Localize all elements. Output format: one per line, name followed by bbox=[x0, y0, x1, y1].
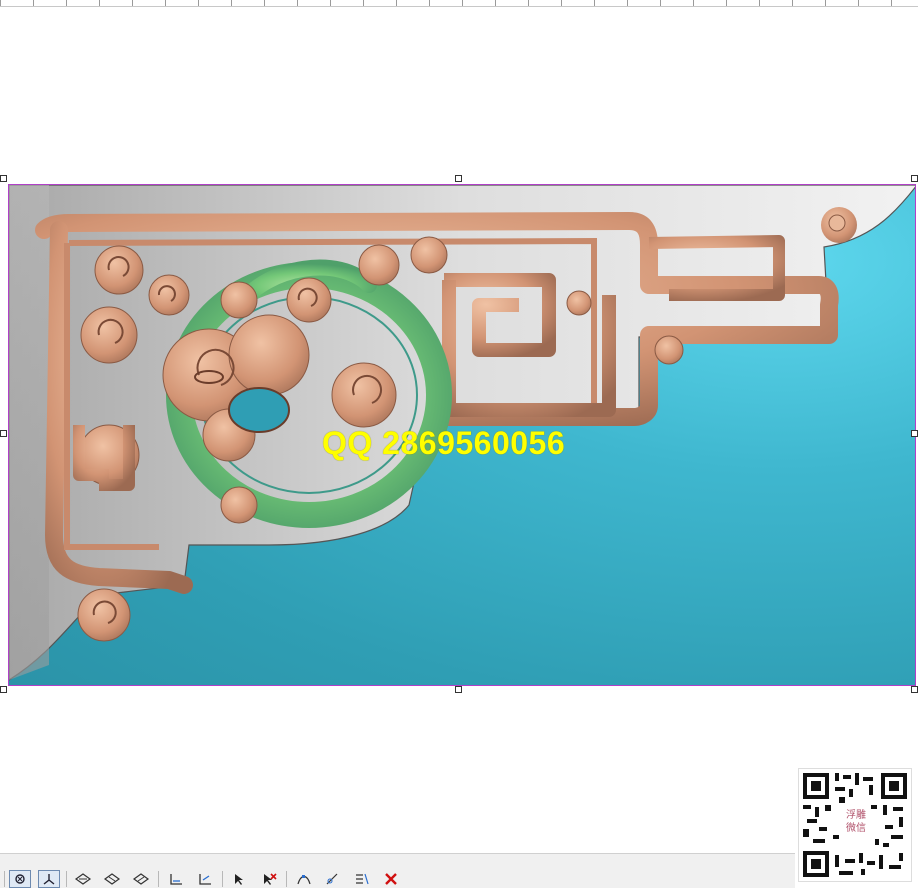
selection-handle-ml[interactable] bbox=[0, 430, 7, 437]
toolbar-separator bbox=[222, 871, 223, 887]
bottom-toolbar bbox=[0, 853, 795, 888]
toolbar-separator bbox=[4, 871, 5, 887]
selection-handle-tr[interactable] bbox=[911, 175, 918, 182]
select-arrow-icon[interactable] bbox=[229, 870, 251, 888]
selection-handle-br[interactable] bbox=[911, 686, 918, 693]
layer-edit-icon[interactable] bbox=[351, 870, 373, 888]
delete-select-icon[interactable] bbox=[258, 870, 280, 888]
shade-2-icon[interactable] bbox=[101, 870, 123, 888]
align-base-2-icon[interactable] bbox=[194, 870, 216, 888]
toolbar-separator bbox=[66, 871, 67, 887]
close-icon[interactable] bbox=[380, 870, 402, 888]
view-mode-2-icon[interactable] bbox=[38, 870, 60, 888]
curve-edit-icon[interactable] bbox=[322, 870, 344, 888]
shade-1-icon[interactable] bbox=[72, 870, 94, 888]
qr-label: 浮雕 微信 bbox=[835, 809, 877, 835]
align-base-icon[interactable] bbox=[165, 870, 187, 888]
selection-handle-bl[interactable] bbox=[0, 686, 7, 693]
top-ruler bbox=[0, 0, 918, 7]
node-edit-icon[interactable] bbox=[293, 870, 315, 888]
qr-code: 浮雕 微信 bbox=[798, 768, 912, 882]
selection-handle-bc[interactable] bbox=[455, 686, 462, 693]
selection-handle-tl[interactable] bbox=[0, 175, 7, 182]
toolbar-separator bbox=[158, 871, 159, 887]
qr-label-line2: 微信 bbox=[846, 823, 866, 834]
view-mode-1-icon[interactable] bbox=[9, 870, 31, 888]
selection-handle-mr[interactable] bbox=[911, 430, 918, 437]
qr-label-line1: 浮雕 bbox=[846, 810, 866, 821]
selection-handle-tc[interactable] bbox=[455, 175, 462, 182]
shade-3-icon[interactable] bbox=[130, 870, 152, 888]
qq-watermark: QQ 2869560056 bbox=[322, 425, 566, 461]
toolbar-separator bbox=[286, 871, 287, 887]
